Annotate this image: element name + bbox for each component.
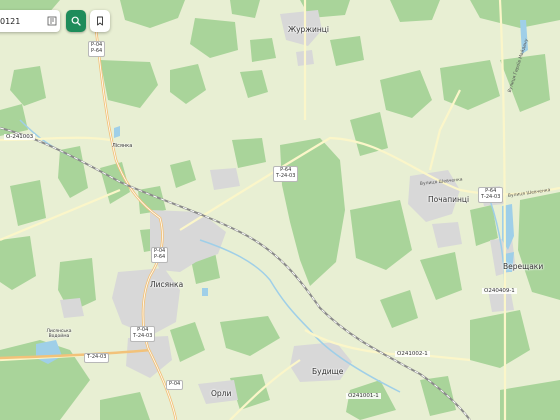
- road-shield-p64-east: Р-64 Т-24-03: [478, 187, 504, 203]
- place-label-budyshche: Будище: [312, 367, 344, 376]
- coordinates-icon[interactable]: [47, 16, 57, 26]
- coordinate-search-box[interactable]: [0, 10, 60, 32]
- search-input[interactable]: [0, 15, 46, 27]
- road-shield-p04-top: Р-04 Р-64: [88, 41, 106, 57]
- road-shield-p04-bottom: Р-04: [166, 380, 184, 390]
- place-label-vereshchaky: Верещаки: [503, 262, 544, 271]
- place-label-pochaptyntsi: Почапинці: [428, 195, 470, 204]
- road-id-vereshchaky: О240409-1: [482, 288, 517, 294]
- search-icon: [71, 16, 81, 26]
- bookmark-button[interactable]: [90, 10, 110, 32]
- place-label-lysianka: Лисянка: [150, 280, 184, 289]
- bookmark-icon: [97, 16, 103, 26]
- road-shield-p64-town: Р-04 Р-64: [151, 247, 169, 263]
- place-label-zhurzhytsi: Журжинці: [288, 25, 330, 34]
- place-label-orly: Орли: [211, 389, 232, 398]
- road-id-west: О-241003: [4, 134, 36, 140]
- road-shield-p04-south: Р-04 Т-24-03: [130, 326, 156, 342]
- road-id-budyshche-east: О241002-1: [395, 351, 430, 357]
- place-label-lysianka-small: Лісянка: [112, 143, 133, 149]
- place-label-pond: Лисянська Водойма: [46, 329, 72, 339]
- map-canvas[interactable]: Журжинці Лисянка Почапинці Верещаки Буди…: [0, 0, 560, 420]
- road-shield-p64-mid: Р-64 Т-24-03: [273, 166, 299, 182]
- road-shield-t2403-west: Т-24-03: [84, 353, 110, 363]
- search-button[interactable]: [66, 10, 86, 32]
- road-id-budyshche-south: О241001-1: [346, 393, 381, 399]
